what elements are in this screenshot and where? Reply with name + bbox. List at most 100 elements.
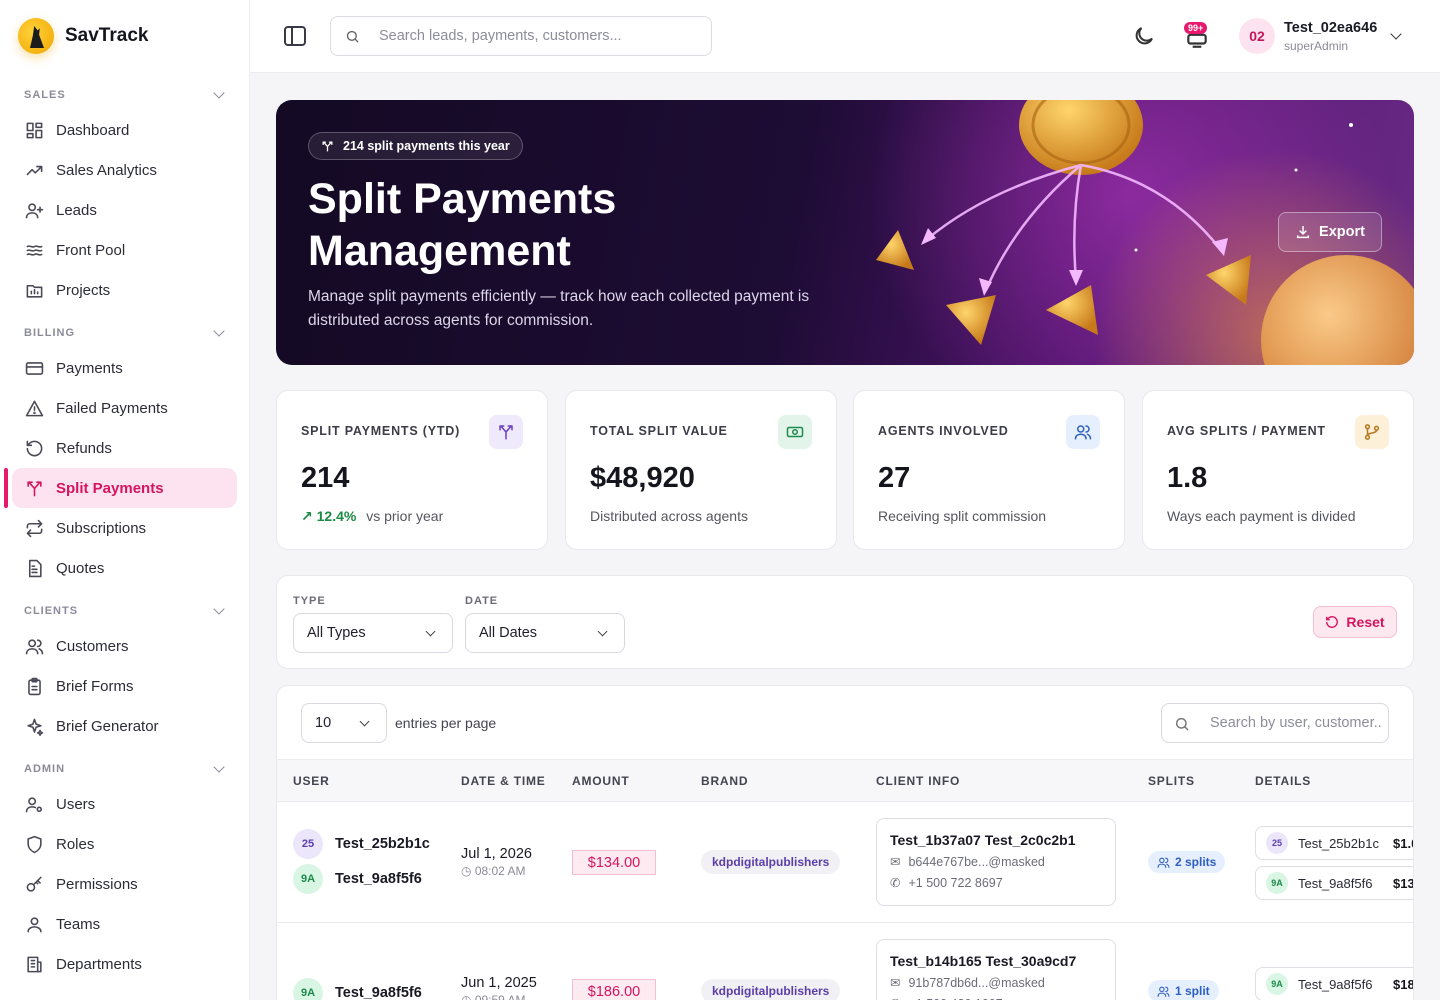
entries-label: entries per page	[395, 715, 497, 731]
sidebar-item-refunds[interactable]: Refunds	[12, 428, 237, 468]
users-icon	[25, 638, 43, 654]
section-title: CLIENTS	[24, 605, 79, 617]
sidebar-item-failed-payments[interactable]: Failed Payments	[12, 388, 237, 428]
search-icon	[1175, 717, 1189, 731]
document-icon	[28, 559, 42, 577]
stat-value: 1.8	[1167, 462, 1208, 494]
sidebar-item-payments[interactable]: Payments	[12, 348, 237, 388]
table-row[interactable]: 25 Test_25b2b1c 9A Test_9a8f5f6 Jul 1, 2…	[277, 802, 1413, 923]
brand-logo	[18, 18, 54, 54]
sidebar-item-label: Leads	[56, 201, 97, 219]
splits-count: 1 split	[1175, 984, 1210, 998]
stat-value: 27	[878, 462, 911, 494]
sidebar-item-customers[interactable]: Customers	[12, 626, 237, 666]
search-icon	[346, 30, 359, 43]
column-header[interactable]: SPLITS	[1148, 774, 1195, 788]
sidebar-item-split-payments[interactable]: Split Payments	[4, 468, 237, 508]
column-header[interactable]: DATE & TIME	[461, 774, 546, 788]
user-avatar[interactable]: 02	[1239, 18, 1275, 54]
splits-badge[interactable]: 1 split	[1148, 980, 1219, 1000]
section-billing[interactable]: BILLING	[0, 322, 249, 344]
sidebar-nav: SALES Dashboard Sales Analytics Leads Fr…	[0, 84, 249, 984]
splits-badge[interactable]: 2 splits	[1148, 851, 1226, 873]
section-admin[interactable]: ADMIN	[0, 758, 249, 780]
user-name: Test_9a8f5f6	[335, 871, 422, 887]
table-row[interactable]: 9A Test_9a8f5f6 Jun 1, 2025 ◷ 09:59 AM $…	[277, 923, 1413, 1000]
section-sales[interactable]: SALES	[0, 84, 249, 106]
sidebar-item-roles[interactable]: Roles	[12, 824, 237, 864]
sidebar-item-sales-analytics[interactable]: Sales Analytics	[12, 150, 237, 190]
date-filter-select[interactable]: All Dates	[465, 613, 625, 653]
global-search-input[interactable]	[379, 28, 699, 44]
theme-toggle-icon[interactable]	[1132, 24, 1156, 48]
sidebar-item-label: Failed Payments	[56, 399, 168, 417]
row-user[interactable]: 9A Test_9a8f5f6	[293, 864, 422, 894]
sidebar-toggle-icon[interactable]	[284, 26, 306, 46]
split-detail-chip[interactable]: 9A Test_9a8f5f6 $13	[1255, 866, 1413, 900]
brand[interactable]: SavTrack	[0, 0, 249, 72]
phone-icon: ✆	[890, 996, 900, 1000]
sidebar-item-front-pool[interactable]: Front Pool	[12, 230, 237, 270]
column-header[interactable]: CLIENT INFO	[876, 774, 960, 788]
split-detail-chip[interactable]: 9A Test_9a8f5f6 $18	[1255, 967, 1413, 1000]
row-time: ◷ 09:59 AM	[461, 993, 537, 1000]
shield-icon	[26, 835, 42, 853]
stat-footnote: ↗ 12.4% vs prior year	[301, 508, 443, 525]
user-name[interactable]: Test_02ea646	[1284, 20, 1377, 36]
chevron-down-icon	[425, 626, 436, 637]
user-role: superAdmin	[1284, 39, 1349, 53]
column-header[interactable]: AMOUNT	[572, 774, 629, 788]
client-name: Test_b14b165 Test_30a9cd7	[890, 953, 1077, 969]
type-filter-select[interactable]: All Types	[293, 613, 453, 653]
user-menu-chevron-icon[interactable]	[1390, 28, 1402, 40]
column-header[interactable]: DETAILS	[1255, 774, 1311, 788]
reset-button[interactable]: Reset	[1313, 606, 1397, 638]
sidebar-item-leads[interactable]: Leads	[12, 190, 237, 230]
cash-icon	[786, 426, 804, 438]
sidebar-item-brief-generator[interactable]: Brief Generator	[12, 706, 237, 746]
user-name: Test_9a8f5f6	[335, 985, 422, 1000]
client-phone: ✆ +1 500 420 1007	[890, 996, 1115, 1000]
trend-value: 12.4%	[316, 508, 357, 524]
client-info-card[interactable]: Test_1b37a07 Test_2c0c2b1 ✉ b644e767be...…	[876, 818, 1116, 906]
sidebar-item-departments[interactable]: Departments	[12, 944, 237, 984]
sidebar-item-label: Roles	[56, 835, 95, 853]
sidebar-item-projects[interactable]: Projects	[12, 270, 237, 310]
building-icon	[26, 956, 42, 972]
agent-initials-badge: 25	[1266, 832, 1288, 854]
splits-count: 2 splits	[1175, 855, 1217, 869]
client-info-card[interactable]: Test_b14b165 Test_30a9cd7 ✉ 91b787db6d...…	[876, 939, 1116, 1000]
stat-label: TOTAL SPLIT VALUE	[590, 424, 728, 438]
sidebar-item-quotes[interactable]: Quotes	[12, 548, 237, 588]
sidebar-item-teams[interactable]: Teams	[12, 904, 237, 944]
chevron-down-icon	[213, 603, 225, 615]
table-search-input[interactable]	[1210, 715, 1382, 731]
repeat-icon-wrap	[24, 518, 44, 538]
export-button[interactable]: Export	[1278, 212, 1382, 252]
stat-label: AGENTS INVOLVED	[878, 424, 1009, 438]
sidebar-item-label: Sales Analytics	[56, 161, 157, 179]
split-icon	[322, 141, 333, 152]
stat-foot-text: Ways each payment is divided	[1167, 508, 1356, 524]
row-user[interactable]: 9A Test_9a8f5f6	[293, 978, 422, 1000]
chevron-down-icon	[359, 716, 370, 727]
page-size-select[interactable]: 10	[301, 703, 387, 743]
table-search[interactable]	[1161, 703, 1389, 743]
warning-icon	[25, 400, 43, 416]
section-clients[interactable]: CLIENTS	[0, 600, 249, 622]
sidebar-item-permissions[interactable]: Permissions	[12, 864, 237, 904]
column-header[interactable]: USER	[293, 774, 330, 788]
sidebar-item-subscriptions[interactable]: Subscriptions	[12, 508, 237, 548]
split-detail-chip[interactable]: 25 Test_25b2b1c $1.0	[1255, 826, 1413, 860]
column-header[interactable]: BRAND	[701, 774, 748, 788]
sidebar-item-label: Brief Forms	[56, 677, 134, 695]
sidebar: SavTrack SALES Dashboard Sales Analytics…	[0, 0, 250, 1000]
sidebar-item-users[interactable]: Users	[12, 784, 237, 824]
hero-banner: 214 split payments this year Split Payme…	[276, 100, 1414, 365]
global-search[interactable]	[330, 16, 712, 56]
sidebar-item-dashboard[interactable]: Dashboard	[12, 110, 237, 150]
user-cog-icon-wrap	[24, 794, 44, 814]
user-plus-icon-wrap	[24, 200, 44, 220]
sidebar-item-brief-forms[interactable]: Brief Forms	[12, 666, 237, 706]
row-user[interactable]: 25 Test_25b2b1c	[293, 829, 430, 859]
